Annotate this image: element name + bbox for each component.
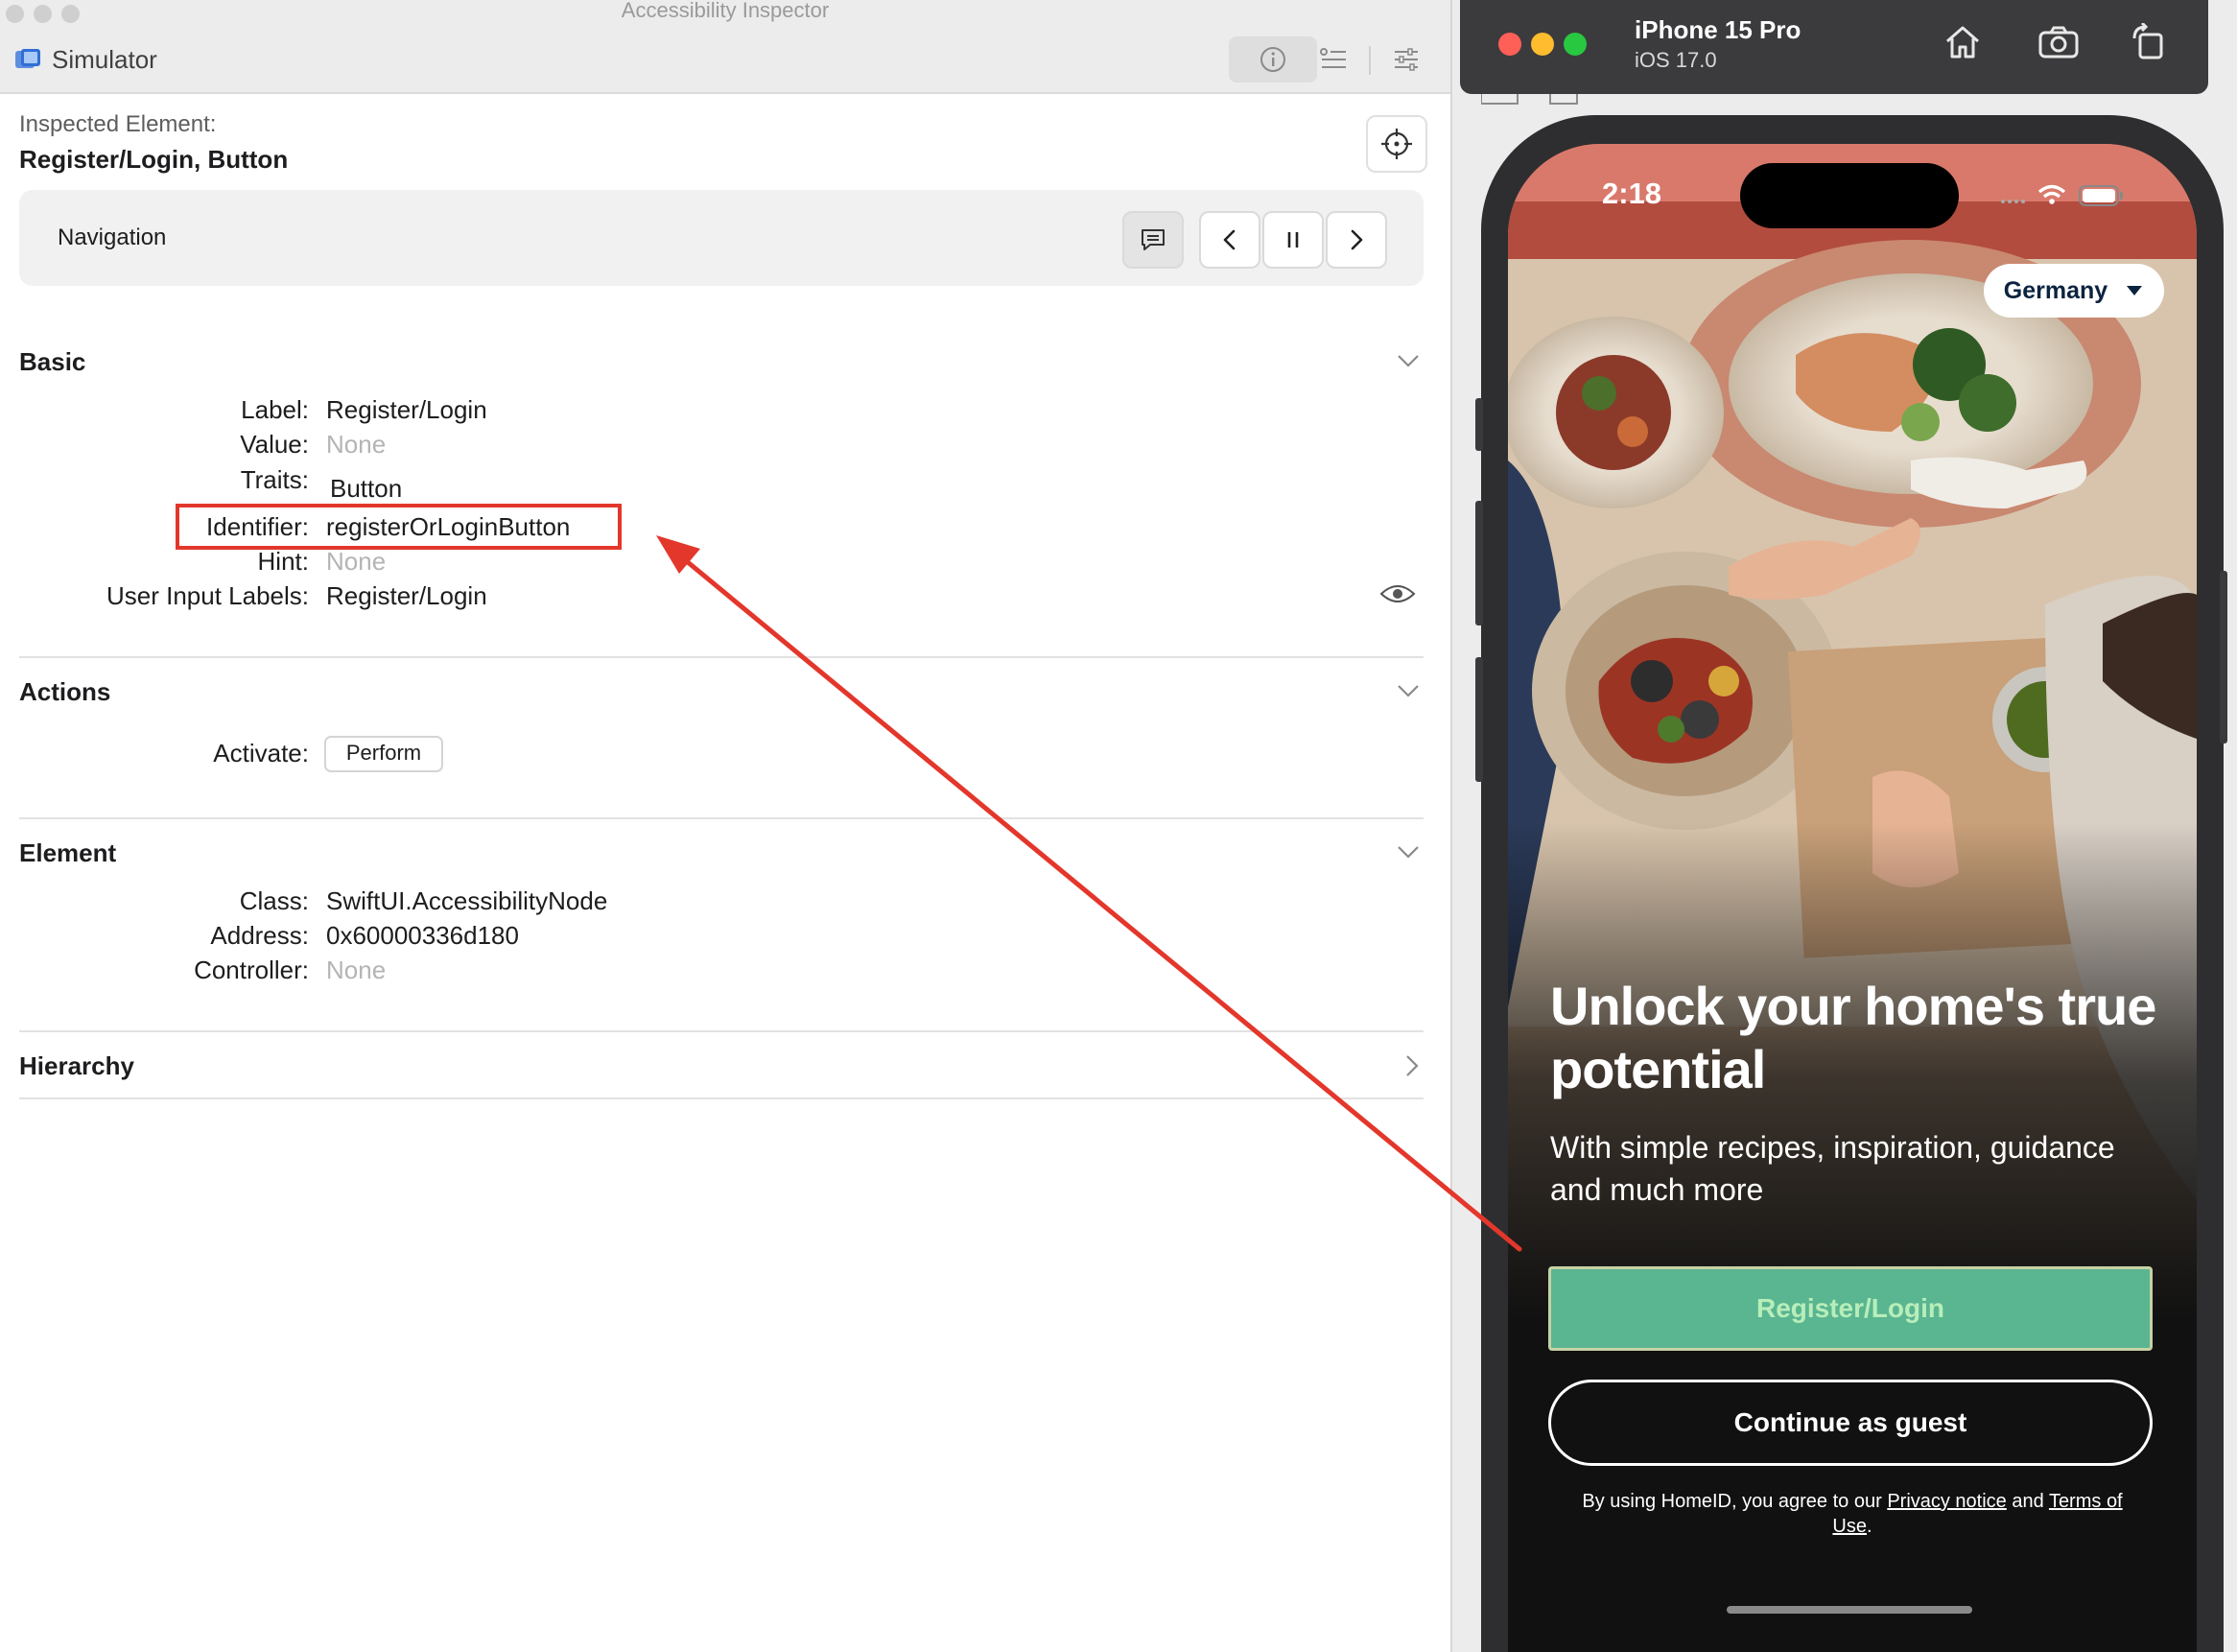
value-value: None bbox=[326, 430, 387, 459]
register-login-label: Register/Login bbox=[1755, 1293, 1944, 1323]
info-icon bbox=[1260, 47, 1285, 72]
address-key: Address: bbox=[210, 921, 309, 950]
action-button[interactable] bbox=[1475, 398, 1483, 451]
legal-and: and bbox=[2006, 1491, 2049, 1512]
close-simulator-button[interactable] bbox=[1498, 33, 1521, 56]
camera-icon bbox=[2038, 26, 2079, 59]
section-basic-title[interactable]: Basic bbox=[19, 347, 85, 377]
window-title: Accessibility Inspector bbox=[621, 0, 830, 22]
class-key: Class: bbox=[239, 886, 309, 915]
hero-title: Unlock your home's true potential bbox=[1550, 976, 2156, 1099]
toolbar-divider bbox=[1369, 46, 1371, 75]
caret-down-icon bbox=[2127, 286, 2143, 295]
eye-icon[interactable] bbox=[1379, 582, 1416, 605]
label-value: Register/Login bbox=[326, 395, 487, 424]
cellular-dots-icon bbox=[2001, 200, 2025, 203]
inspected-element-heading: Inspected Element: bbox=[19, 111, 217, 137]
country-selector[interactable]: Germany bbox=[1984, 264, 2164, 318]
sliders-icon bbox=[1395, 48, 1418, 71]
audit-tab-button[interactable] bbox=[1305, 36, 1362, 83]
iphone-screen: 2:18 Germany Unlock your home's true pot… bbox=[1508, 144, 2197, 1652]
section-divider bbox=[19, 817, 1424, 819]
traits-value: Button bbox=[330, 474, 403, 503]
inspector-titlebar: Accessibility Inspector Simulator bbox=[0, 0, 1450, 94]
section-divider bbox=[19, 1030, 1424, 1032]
crosshair-icon bbox=[1381, 129, 1412, 159]
address-value: 0x60000336d180 bbox=[326, 921, 519, 950]
section-actions-title[interactable]: Actions bbox=[19, 677, 110, 707]
legal-suffix: . bbox=[1867, 1516, 1872, 1537]
side-power-button[interactable] bbox=[2220, 571, 2227, 743]
minimize-simulator-button[interactable] bbox=[1531, 33, 1554, 56]
previous-element-button[interactable] bbox=[1199, 211, 1260, 269]
chevron-right-icon[interactable] bbox=[1402, 1053, 1422, 1078]
continue-as-guest-label: Continue as guest bbox=[1733, 1407, 1967, 1437]
label-key: Label: bbox=[241, 395, 309, 424]
status-bar-icons bbox=[2001, 184, 2123, 206]
device-name: iPhone 15 Pro bbox=[1635, 15, 1801, 44]
speech-bubble-icon bbox=[1142, 229, 1165, 250]
hero-subtitle: With simple recipes, inspiration, guidan… bbox=[1550, 1130, 2115, 1207]
status-bar-time: 2:18 bbox=[1602, 177, 1662, 210]
controller-key: Controller: bbox=[194, 956, 309, 984]
rotate-icon bbox=[2132, 23, 2163, 59]
user-input-labels-key: User Input Labels: bbox=[106, 581, 309, 610]
volume-down-button[interactable] bbox=[1475, 657, 1483, 782]
home-icon bbox=[1946, 26, 1979, 59]
country-name: Germany bbox=[2003, 276, 2108, 304]
legal-notice: By using HomeID, you agree to our Privac… bbox=[1566, 1489, 2139, 1539]
chevron-down-icon[interactable] bbox=[1396, 681, 1421, 700]
simulator-window: iPhone 15 Pro iOS 17.0 2:18 Germany Unlo… bbox=[1452, 0, 2237, 1652]
privacy-notice-link[interactable]: Privacy notice bbox=[1887, 1491, 2007, 1512]
activate-key: Activate: bbox=[213, 739, 309, 767]
register-login-button[interactable]: Register/Login bbox=[1548, 1266, 2153, 1351]
continue-as-guest-button[interactable]: Continue as guest bbox=[1548, 1380, 2153, 1466]
controller-value: None bbox=[326, 956, 387, 984]
speak-selection-button[interactable] bbox=[1122, 211, 1184, 269]
inspected-element-value: Register/Login, Button bbox=[19, 145, 289, 174]
audit-list-icon bbox=[1320, 48, 1346, 68]
identifier-highlight-box bbox=[176, 504, 622, 550]
class-value: SwiftUI.AccessibilityNode bbox=[326, 886, 608, 915]
traits-key: Traits: bbox=[240, 465, 309, 494]
navigation-label: Navigation bbox=[58, 224, 167, 250]
home-button[interactable] bbox=[1940, 21, 1986, 63]
section-divider bbox=[19, 1097, 1424, 1099]
perform-button[interactable]: Perform bbox=[324, 736, 443, 772]
navigation-panel: Navigation bbox=[19, 190, 1424, 286]
volume-up-button[interactable] bbox=[1475, 501, 1483, 625]
screenshot-button[interactable] bbox=[2036, 21, 2082, 63]
section-hierarchy-title[interactable]: Hierarchy bbox=[19, 1051, 134, 1081]
settings-tab-button[interactable] bbox=[1378, 36, 1435, 83]
os-version: iOS 17.0 bbox=[1635, 48, 1717, 72]
chevron-right-icon bbox=[1351, 229, 1363, 250]
section-element-title[interactable]: Element bbox=[19, 838, 116, 868]
legal-prefix: By using HomeID, you agree to our bbox=[1582, 1491, 1888, 1512]
target-name: Simulator bbox=[52, 44, 157, 74]
battery-icon bbox=[2079, 185, 2123, 206]
accessibility-inspector-window: Accessibility Inspector Simulator Inspec… bbox=[0, 0, 1452, 1652]
value-key: Value: bbox=[240, 430, 309, 459]
chevron-left-icon bbox=[1223, 229, 1236, 250]
pause-navigation-button[interactable] bbox=[1262, 211, 1324, 269]
point-to-inspect-button[interactable] bbox=[1366, 115, 1427, 173]
next-element-button[interactable] bbox=[1326, 211, 1387, 269]
zoom-simulator-button[interactable] bbox=[1564, 33, 1587, 56]
chevron-down-icon[interactable] bbox=[1396, 351, 1421, 370]
target-chooser[interactable]: Simulator bbox=[13, 42, 157, 77]
chevron-down-icon[interactable] bbox=[1396, 842, 1421, 861]
home-indicator[interactable] bbox=[1727, 1606, 1972, 1614]
wifi-icon bbox=[2037, 184, 2066, 204]
section-divider bbox=[19, 656, 1424, 658]
user-input-labels-value: Register/Login bbox=[326, 581, 487, 610]
pause-icon bbox=[1287, 232, 1299, 248]
simulator-app-icon bbox=[15, 49, 40, 68]
simulator-toolbar: iPhone 15 Pro iOS 17.0 bbox=[1460, 0, 2208, 94]
dynamic-island bbox=[1740, 163, 1959, 228]
hint-value: None bbox=[326, 547, 387, 576]
hint-key: Hint: bbox=[257, 547, 309, 576]
rotate-button[interactable] bbox=[2126, 21, 2172, 63]
